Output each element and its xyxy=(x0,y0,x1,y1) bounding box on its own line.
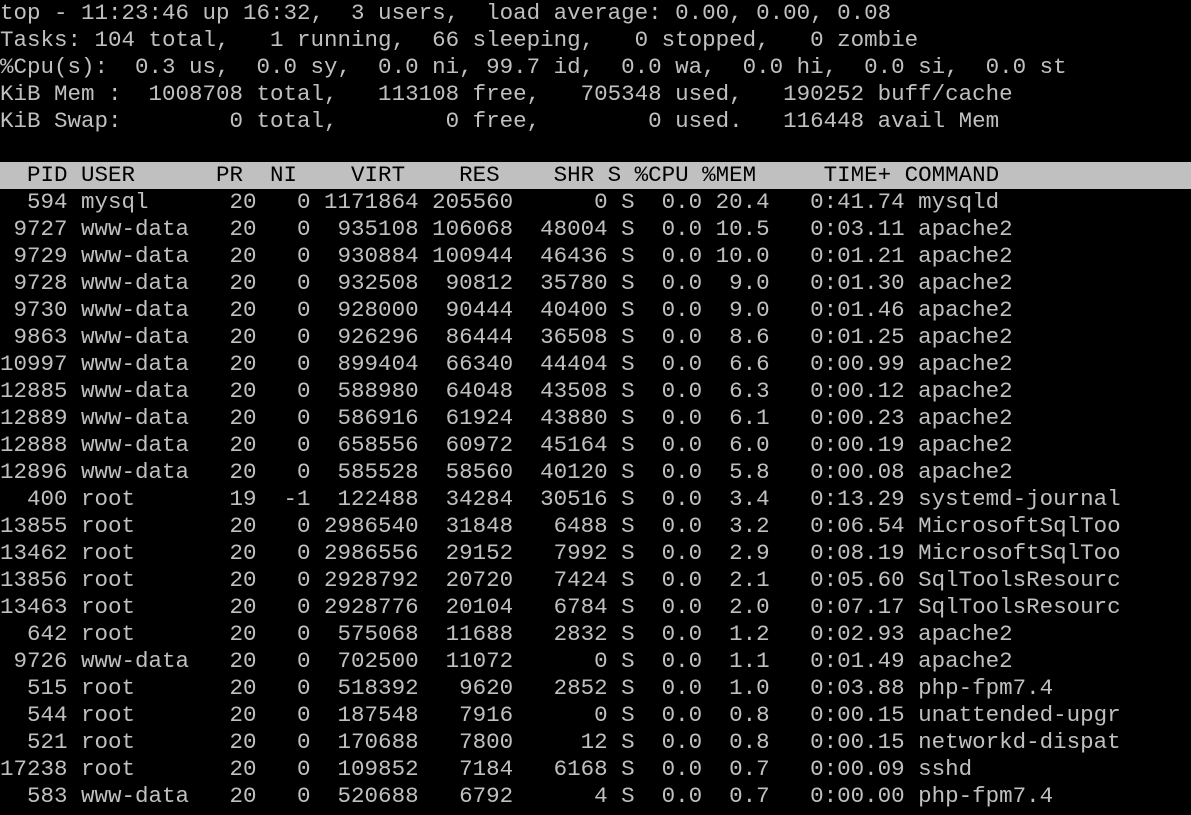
process-row: 13856 root 20 0 2928792 20720 7424 S 0.0… xyxy=(0,567,1121,593)
process-row: 12889 www-data 20 0 586916 61924 43880 S… xyxy=(0,405,1013,431)
process-row: 12885 www-data 20 0 588980 64048 43508 S… xyxy=(0,378,1013,404)
process-list: 594 mysql 20 0 1171864 205560 0 S 0.0 20… xyxy=(0,189,1191,810)
process-row: 515 root 20 0 518392 9620 2852 S 0.0 1.0… xyxy=(0,675,1054,701)
process-row: 9729 www-data 20 0 930884 100944 46436 S… xyxy=(0,243,1013,269)
uptime-line: top - 11:23:46 up 16:32, 3 users, load a… xyxy=(0,0,892,26)
process-row: 13855 root 20 0 2986540 31848 6488 S 0.0… xyxy=(0,513,1121,539)
process-row: 9730 www-data 20 0 928000 90444 40400 S … xyxy=(0,297,1013,323)
process-row: 9727 www-data 20 0 935108 106068 48004 S… xyxy=(0,216,1013,242)
process-row: 642 root 20 0 575068 11688 2832 S 0.0 1.… xyxy=(0,621,1013,647)
process-row: 9726 www-data 20 0 702500 11072 0 S 0.0 … xyxy=(0,648,1013,674)
process-row: 9863 www-data 20 0 926296 86444 36508 S … xyxy=(0,324,1013,350)
tasks-line: Tasks: 104 total, 1 running, 66 sleeping… xyxy=(0,27,919,53)
cpu-line: %Cpu(s): 0.3 us, 0.0 sy, 0.0 ni, 99.7 id… xyxy=(0,54,1067,80)
process-row: 544 root 20 0 187548 7916 0 S 0.0 0.8 0:… xyxy=(0,702,1121,728)
swap-line: KiB Swap: 0 total, 0 free, 0 used. 11644… xyxy=(0,108,1000,134)
process-row: 13462 root 20 0 2986556 29152 7992 S 0.0… xyxy=(0,540,1121,566)
process-row: 400 root 19 -1 122488 34284 30516 S 0.0 … xyxy=(0,486,1121,512)
terminal-window[interactable]: top - 11:23:46 up 16:32, 3 users, load a… xyxy=(0,0,1191,815)
process-row: 9728 www-data 20 0 932508 90812 35780 S … xyxy=(0,270,1013,296)
process-row: 10997 www-data 20 0 899404 66340 44404 S… xyxy=(0,351,1013,377)
mem-line: KiB Mem : 1008708 total, 113108 free, 70… xyxy=(0,81,1013,107)
process-row: 521 root 20 0 170688 7800 12 S 0.0 0.8 0… xyxy=(0,729,1121,755)
process-row: 17238 root 20 0 109852 7184 6168 S 0.0 0… xyxy=(0,756,973,782)
process-row: 12888 www-data 20 0 658556 60972 45164 S… xyxy=(0,432,1013,458)
process-row: 13463 root 20 0 2928776 20104 6784 S 0.0… xyxy=(0,594,1121,620)
process-row: 12896 www-data 20 0 585528 58560 40120 S… xyxy=(0,459,1013,485)
process-table-header: PID USER PR NI VIRT RES SHR S %CPU %MEM … xyxy=(0,162,1191,189)
process-row: 594 mysql 20 0 1171864 205560 0 S 0.0 20… xyxy=(0,189,1000,215)
process-row: 583 www-data 20 0 520688 6792 4 S 0.0 0.… xyxy=(0,783,1054,809)
